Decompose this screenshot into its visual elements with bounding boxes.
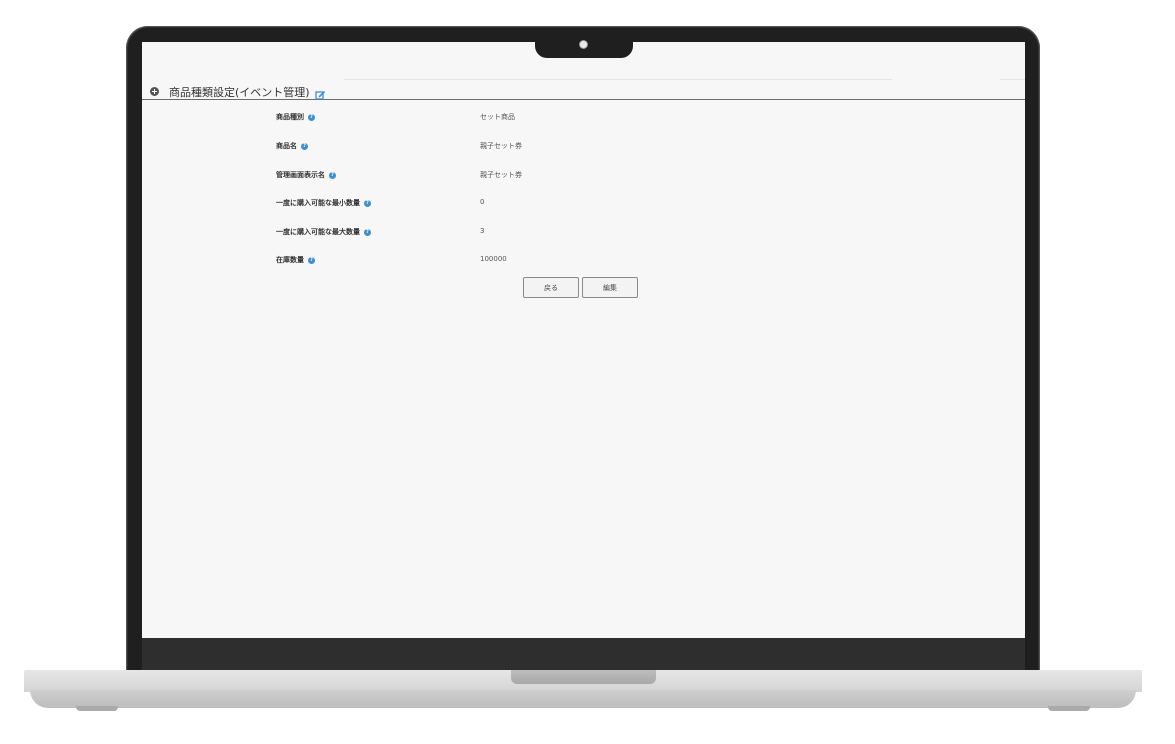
field-row-stock-quantity: 在庫数量? 100000 <box>142 253 1025 267</box>
help-icon[interactable]: ? <box>308 256 315 264</box>
help-icon[interactable]: ? <box>301 142 308 150</box>
laptop-base-lip <box>30 690 1136 708</box>
screen: 商品種類設定(イベント管理) 商品種別? セット商品 商品名? 親子セット券 管… <box>142 42 1025 638</box>
field-row-product-type: 商品種別? セット商品 <box>142 110 1025 124</box>
laptop-foot-left <box>76 706 118 711</box>
help-icon[interactable]: ? <box>364 199 371 207</box>
laptop-hinge <box>511 670 656 684</box>
field-value: セット商品 <box>480 113 515 121</box>
field-value: 100000 <box>480 255 507 263</box>
field-label: 商品名? <box>276 141 308 151</box>
edit-icon[interactable] <box>314 86 326 100</box>
page-header: 商品種類設定(イベント管理) <box>142 84 1025 100</box>
circle-plus-icon[interactable] <box>150 87 159 96</box>
field-value: 親子セット券 <box>480 142 522 150</box>
screen-bottom-bezel <box>142 638 1025 671</box>
help-icon[interactable]: ? <box>329 171 336 179</box>
help-icon[interactable]: ? <box>364 228 371 236</box>
field-label: 一度に購入可能な最小数量? <box>276 198 371 208</box>
laptop-foot-right <box>1048 706 1090 711</box>
edit-button[interactable]: 編集 <box>582 277 638 298</box>
page-title: 商品種類設定(イベント管理) <box>169 85 310 99</box>
field-row-max-quantity: 一度に購入可能な最大数量? 3 <box>142 225 1025 239</box>
help-icon[interactable]: ? <box>308 113 315 121</box>
back-button[interactable]: 戻る <box>523 277 579 298</box>
field-value: 親子セット券 <box>480 171 522 179</box>
field-value: 0 <box>480 198 485 206</box>
header-divider <box>344 79 892 80</box>
field-label: 商品種別? <box>276 112 315 122</box>
camera-icon <box>579 40 588 49</box>
field-row-admin-display-name: 管理画面表示名? 親子セット券 <box>142 168 1025 182</box>
field-label: 在庫数量? <box>276 255 315 265</box>
field-value: 3 <box>480 227 485 235</box>
field-label: 管理画面表示名? <box>276 170 336 180</box>
field-label: 一度に購入可能な最大数量? <box>276 227 371 237</box>
field-row-min-quantity: 一度に購入可能な最小数量? 0 <box>142 196 1025 210</box>
laptop-frame: 商品種類設定(イベント管理) 商品種別? セット商品 商品名? 親子セット券 管… <box>0 0 1175 744</box>
field-row-product-name: 商品名? 親子セット券 <box>142 139 1025 153</box>
header-divider-right <box>1000 79 1025 80</box>
